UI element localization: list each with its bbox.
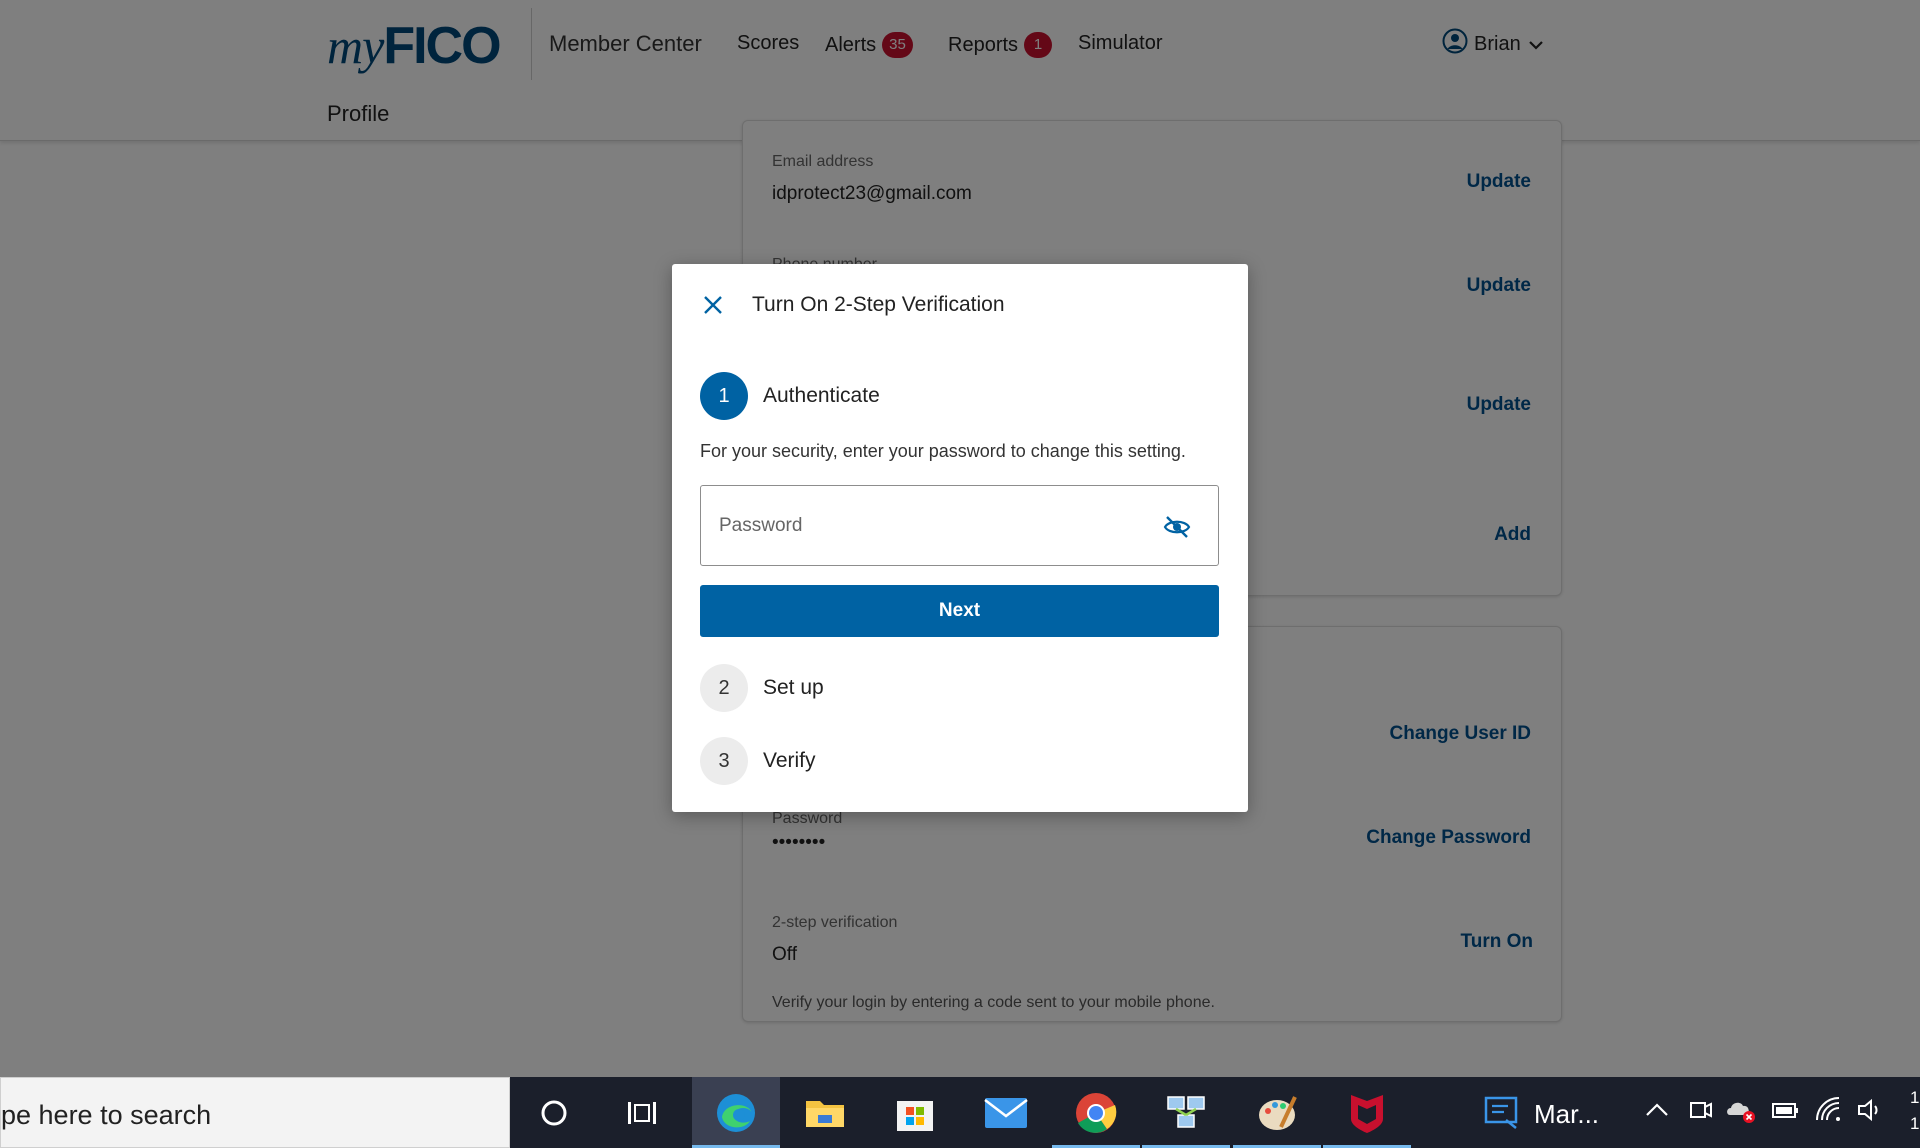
- onedrive-error-icon[interactable]: [1724, 1095, 1758, 1130]
- mail-icon[interactable]: [962, 1077, 1050, 1148]
- mcafee-icon[interactable]: [1323, 1077, 1411, 1148]
- paint-icon[interactable]: [1233, 1077, 1321, 1148]
- chevron-up-icon[interactable]: [1644, 1095, 1670, 1130]
- taskbar-search-box[interactable]: pe here to search: [0, 1077, 510, 1148]
- password-input[interactable]: [719, 508, 1149, 544]
- taskbar-mail-label[interactable]: Mar...: [1534, 1099, 1599, 1130]
- file-explorer-icon[interactable]: [781, 1077, 869, 1148]
- step-label: Verify: [763, 749, 816, 772]
- step-number-badge: 3: [700, 737, 748, 785]
- clock-line-1: 1: [1910, 1088, 1920, 1107]
- wifi-icon[interactable]: [1814, 1095, 1844, 1130]
- eye-slash-icon[interactable]: [1162, 512, 1192, 542]
- meet-now-icon[interactable]: [1688, 1095, 1714, 1130]
- taskbar-search-text: pe here to search: [1, 1100, 212, 1130]
- step-number-badge: 1: [700, 372, 748, 420]
- step-label: Set up: [763, 676, 824, 699]
- step-set-up: 2 Set up: [700, 664, 824, 712]
- step-verify: 3 Verify: [700, 737, 816, 785]
- edge-browser-icon[interactable]: [692, 1077, 780, 1148]
- chrome-icon[interactable]: [1052, 1077, 1140, 1148]
- modal-title: Turn On 2-Step Verification: [752, 293, 1005, 316]
- task-view-icon[interactable]: [598, 1077, 686, 1148]
- taskbar-clock[interactable]: 1 1: [1910, 1085, 1919, 1137]
- mail-compose-icon[interactable]: [1470, 1077, 1534, 1148]
- network-app-icon[interactable]: [1142, 1077, 1230, 1148]
- close-icon[interactable]: [698, 290, 728, 320]
- step-authenticate: 1 Authenticate: [700, 372, 880, 420]
- microsoft-store-icon[interactable]: [871, 1077, 959, 1148]
- password-field: [700, 485, 1219, 566]
- two-step-modal: Turn On 2-Step Verification 1 Authentica…: [672, 264, 1248, 812]
- volume-icon[interactable]: [1856, 1095, 1886, 1130]
- cortana-icon[interactable]: [510, 1077, 598, 1148]
- security-description: For your security, enter your password t…: [700, 441, 1186, 461]
- next-button[interactable]: Next: [700, 585, 1219, 637]
- clock-line-2: 1: [1910, 1114, 1920, 1133]
- battery-icon[interactable]: [1770, 1095, 1800, 1130]
- step-label: Authenticate: [763, 384, 880, 407]
- step-number-badge: 2: [700, 664, 748, 712]
- windows-taskbar: pe here to search Mar... 1 1: [0, 1077, 1920, 1148]
